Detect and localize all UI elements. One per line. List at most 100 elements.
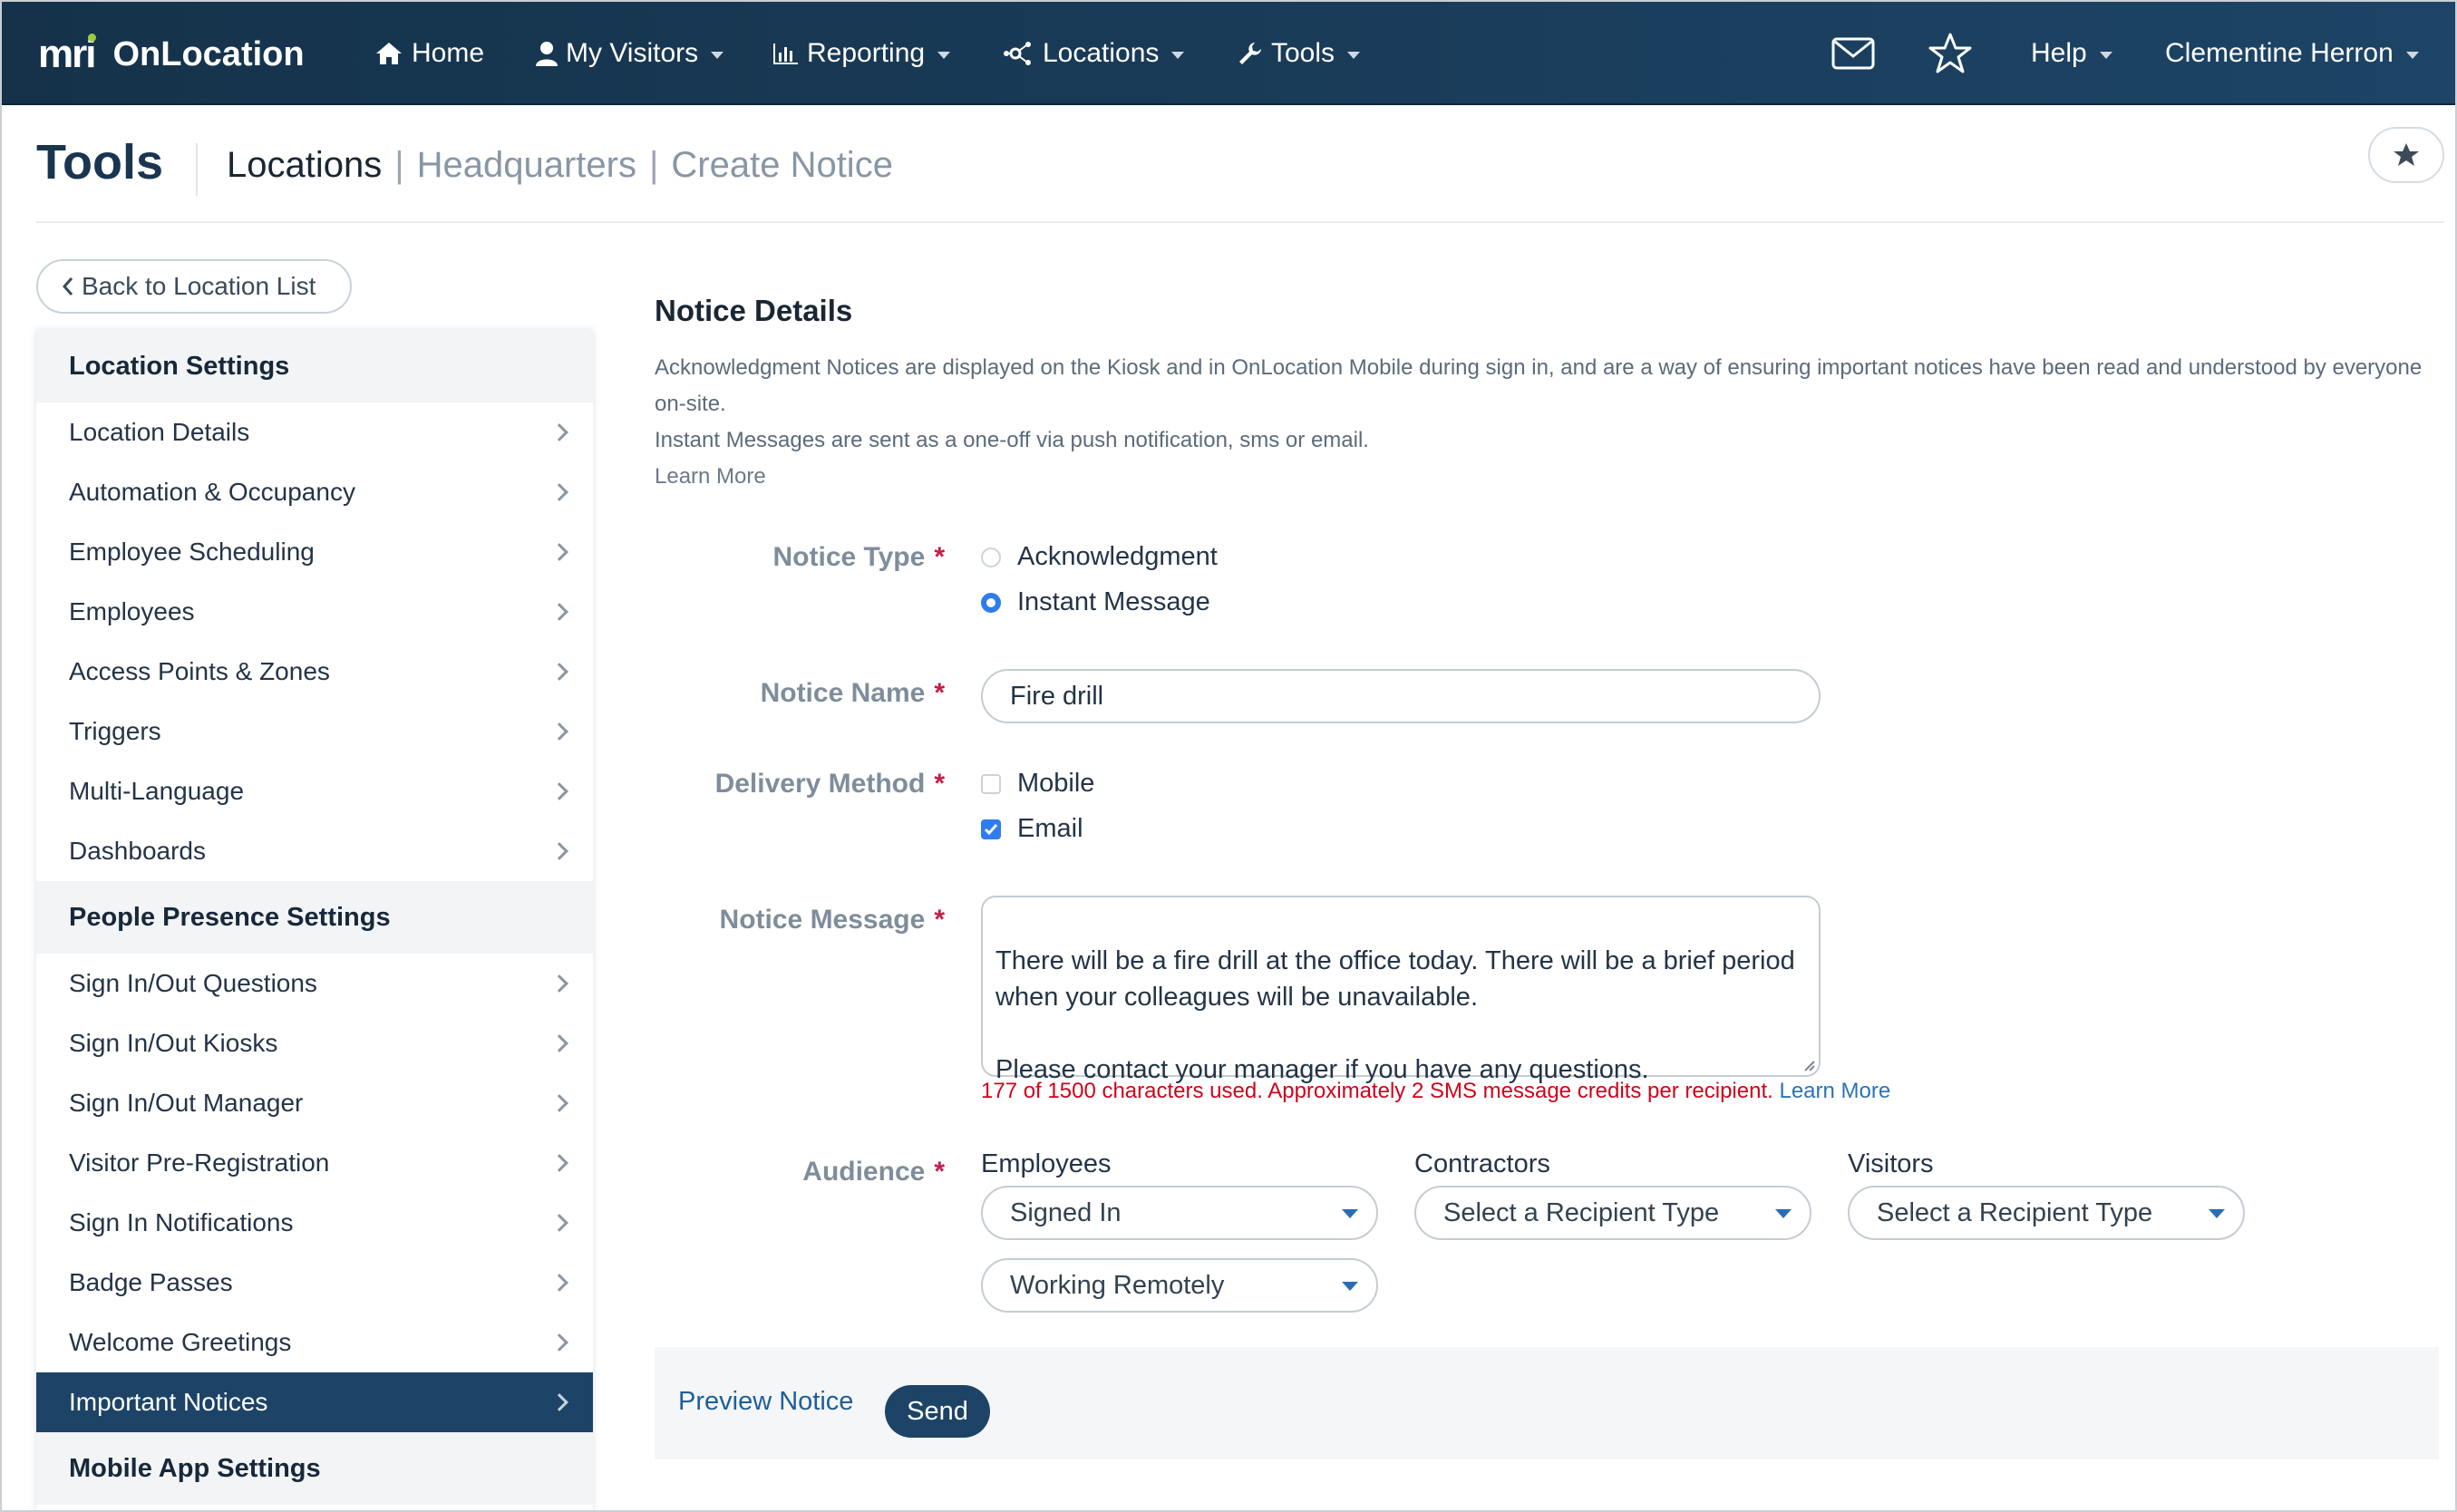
checkbox[interactable] — [981, 773, 1001, 794]
nav-tools-label: Tools — [1271, 38, 1335, 68]
user-name: Clementine Herron — [2165, 38, 2394, 68]
visitors-select[interactable]: Select a Recipient Type — [1848, 1186, 2245, 1240]
chevron-right-icon — [550, 1094, 568, 1112]
preview-notice-link[interactable]: Preview Notice — [678, 1387, 853, 1417]
dropdown-arrow-icon — [1775, 1209, 1792, 1218]
dropdown-arrow-icon — [2209, 1209, 2225, 1218]
nav-reporting[interactable]: Reporting — [772, 33, 951, 74]
chevron-right-icon — [550, 1393, 568, 1411]
employees-select-signed-in[interactable]: Signed In — [981, 1186, 1378, 1240]
chevron-down-icon — [1347, 52, 1361, 59]
sidebar-item-employees[interactable]: Employees — [36, 582, 593, 642]
sidebar-item-multi-language[interactable]: Multi-Language — [36, 761, 593, 821]
resize-handle-icon[interactable] — [1802, 1059, 1815, 1071]
messages-button[interactable] — [1831, 33, 1882, 74]
app-logo[interactable]: mri OnLocation — [38, 31, 305, 78]
dropdown-arrow-icon — [1342, 1282, 1358, 1291]
sidebar-item-employee-scheduling[interactable]: Employee Scheduling — [36, 522, 593, 582]
sidebar-item-sign-in-out-manager[interactable]: Sign In/Out Manager — [36, 1073, 593, 1133]
nav-home[interactable]: Home — [374, 33, 484, 74]
chevron-down-icon — [2405, 52, 2419, 59]
radio-instant-message[interactable]: Instant Message — [981, 587, 1210, 617]
chevron-right-icon — [550, 1333, 568, 1352]
network-icon — [1004, 42, 1031, 65]
nav-my-visitors[interactable]: My Visitors — [535, 33, 724, 74]
notice-message-label: Notice Message * — [719, 905, 945, 935]
add-favorite-button[interactable] — [2368, 127, 2444, 183]
back-to-location-list-button[interactable]: Back to Location List — [36, 259, 352, 314]
chevron-right-icon — [550, 483, 568, 501]
chevron-right-icon — [550, 543, 568, 561]
user-icon — [536, 42, 558, 66]
bar-chart-icon — [773, 44, 798, 64]
sidebar-item-important-notices[interactable]: Important Notices — [36, 1372, 593, 1432]
sms-learn-more-link[interactable]: Learn More — [1779, 1079, 1890, 1103]
chevron-down-icon — [937, 52, 951, 59]
nav-reporting-label: Reporting — [807, 38, 926, 68]
description-acknowledgment: Acknowledgment Notices are displayed on … — [655, 355, 2423, 416]
notice-name-label: Notice Name * — [760, 678, 945, 708]
sidebar-item-sign-in-out-kiosks[interactable]: Sign In/Out Kiosks — [36, 1013, 593, 1073]
sidebar-item-badge-passes[interactable]: Badge Passes — [36, 1253, 593, 1313]
section-title: Notice Details — [655, 294, 853, 327]
notice-type-label: Notice Type * — [772, 542, 946, 572]
breadcrumb-headquarters[interactable]: Headquarters — [417, 145, 636, 185]
chevron-right-icon — [550, 782, 568, 800]
nav-home-label: Home — [412, 38, 485, 68]
chevron-right-icon — [550, 722, 568, 741]
notice-name-input[interactable] — [981, 669, 1821, 723]
chevron-down-icon — [2099, 52, 2112, 59]
sidebar-item-access-points-zones[interactable]: Access Points & Zones — [36, 642, 593, 702]
mri-logo-mark: mri — [38, 32, 97, 76]
sidebar-item-visitor-pre-registration[interactable]: Visitor Pre-Registration — [36, 1133, 593, 1193]
send-button[interactable]: Send — [885, 1385, 990, 1438]
sidebar-item-automation-occupancy[interactable]: Automation & Occupancy — [36, 462, 593, 522]
title-divider — [196, 143, 198, 196]
contractors-select[interactable]: Select a Recipient Type — [1414, 1186, 1811, 1240]
sidebar-item-location-details[interactable]: Location Details — [36, 402, 593, 462]
radio-button-selected[interactable] — [981, 592, 1001, 613]
checkmark-icon — [984, 823, 998, 835]
nav-my-visitors-label: My Visitors — [566, 38, 699, 68]
sidebar-item-triggers[interactable]: Triggers — [36, 702, 593, 761]
chevron-right-icon — [550, 842, 568, 860]
sidebar-item-sign-in-out-questions[interactable]: Sign In/Out Questions — [36, 954, 593, 1013]
visitors-label: Visitors — [1848, 1149, 1934, 1178]
chevron-right-icon — [550, 423, 568, 441]
page-title: Tools — [36, 135, 163, 189]
sidebar-item-welcome-greetings[interactable]: Welcome Greetings — [36, 1313, 593, 1372]
radio-button[interactable] — [981, 547, 1001, 567]
dropdown-arrow-icon — [1342, 1209, 1358, 1218]
header-divider — [36, 221, 2444, 223]
audience-label: Audience * — [802, 1157, 945, 1187]
back-button-label: Back to Location List — [82, 272, 316, 300]
description-instant: Instant Messages are sent as a one-off v… — [655, 428, 1369, 452]
radio-acknowledgment[interactable]: Acknowledgment — [981, 542, 1218, 572]
nav-locations-label: Locations — [1043, 38, 1160, 68]
sidebar-item-dashboards[interactable]: Dashboards — [36, 821, 593, 881]
sidebar-item-sign-in-notifications[interactable]: Sign In Notifications — [36, 1193, 593, 1253]
chevron-right-icon — [550, 603, 568, 621]
chevron-right-icon — [550, 974, 568, 993]
breadcrumb-locations[interactable]: Locations — [227, 145, 382, 185]
chevron-right-icon — [550, 1274, 568, 1292]
notice-description: Acknowledgment Notices are displayed on … — [655, 350, 2432, 495]
chevron-right-icon — [550, 1154, 568, 1172]
checkbox-mobile[interactable]: Mobile — [981, 769, 1094, 799]
nav-help[interactable]: Help — [2031, 33, 2112, 74]
user-menu[interactable]: Clementine Herron — [2165, 33, 2419, 74]
employees-select-working-remotely[interactable]: Working Remotely — [981, 1258, 1378, 1313]
nav-tools[interactable]: Tools — [1237, 33, 1361, 74]
sidebar-section-mobile-app[interactable]: Mobile App Settings — [36, 1432, 593, 1505]
character-count-helper: 177 of 1500 characters used. Approximate… — [981, 1079, 1891, 1103]
chevron-right-icon — [550, 1034, 568, 1052]
notice-message-textarea[interactable]: There will be a fire drill at the office… — [981, 896, 1821, 1084]
nav-locations[interactable]: Locations — [1003, 33, 1185, 74]
checkbox-checked[interactable] — [981, 819, 1001, 839]
checkbox-email[interactable]: Email — [981, 814, 1083, 844]
chevron-right-icon — [550, 1214, 568, 1232]
favorites-button[interactable] — [1928, 33, 1980, 74]
chevron-left-icon — [62, 277, 73, 296]
nav-help-label: Help — [2031, 38, 2087, 68]
learn-more-link[interactable]: Learn More — [655, 459, 2432, 495]
